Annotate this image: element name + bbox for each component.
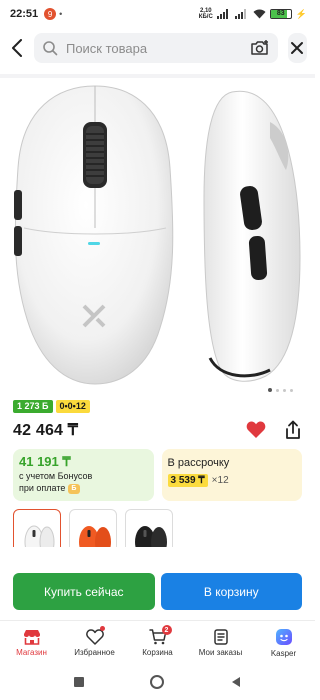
gallery-pager — [268, 388, 293, 392]
installment-monthly: 3 539 ₸ — [167, 474, 208, 487]
net-speed-unit: КБ/С — [198, 14, 213, 20]
system-navigation — [0, 664, 315, 700]
mouse-thumbnail-orange — [79, 526, 111, 547]
nav-item-shop[interactable]: Магазин — [0, 621, 63, 664]
bonus-caption-row: при оплате Б — [19, 482, 148, 494]
pager-dot — [283, 388, 286, 392]
net-speed: 2,10 КБ/С — [199, 8, 213, 20]
favorites-dot — [99, 626, 105, 631]
charging-icon: ⚡ — [295, 8, 307, 19]
nav-item-orders[interactable]: Мои заказы — [189, 621, 252, 664]
kasper-icon — [275, 628, 292, 645]
bonus-caption-2: при оплате — [19, 483, 66, 493]
mouse-thumbnail-black — [135, 526, 167, 547]
nav-item-kasper[interactable]: Kasper — [252, 621, 315, 664]
notification-badge: 9 — [44, 8, 57, 20]
bonus-badge: 1 273 Б — [13, 400, 53, 413]
nav-label-favorites: Избранное — [74, 647, 115, 657]
mouse-thumbnail-white — [24, 525, 55, 547]
product-gallery[interactable] — [0, 78, 315, 396]
offer-cards: 41 191 ₸ с учетом Бонусов при оплате Б В… — [0, 443, 315, 501]
purchase-buttons: Купить сейчас В корзину — [0, 573, 315, 610]
variant-black[interactable] — [125, 509, 173, 547]
close-button[interactable] — [287, 33, 307, 63]
installment-title: В рассрочку — [167, 457, 230, 469]
nav-label-shop: Магазин — [16, 647, 47, 657]
camera-search-icon[interactable] — [250, 39, 270, 57]
bonus-price-card[interactable]: 41 191 ₸ с учетом Бонусов при оплате Б — [13, 449, 154, 501]
installment-badge: 0•0•12 — [55, 400, 90, 413]
battery-icon: 83 — [269, 9, 292, 19]
product-price: 42 464 ₸ — [13, 422, 79, 439]
pager-dot-active — [268, 388, 272, 392]
search-input[interactable] — [65, 40, 242, 56]
installment-card[interactable]: В рассрочку 3 539 ₸ ×12 — [161, 449, 302, 501]
home-icon[interactable] — [149, 674, 165, 690]
variant-orange[interactable] — [69, 509, 117, 547]
color-variants — [0, 501, 315, 547]
nav-label-cart: Корзина — [142, 647, 173, 657]
search-header — [0, 28, 315, 68]
price-row: 42 464 ₸ — [0, 413, 315, 443]
variant-white[interactable] — [13, 509, 61, 547]
chevron-left-icon — [11, 39, 22, 57]
cart-count-badge: 2 — [161, 625, 172, 635]
back-triangle-icon[interactable] — [229, 675, 243, 689]
bonus-caption-1: с учетом Бонусов — [19, 471, 93, 481]
bottom-navigation: Магазин Избранное 2 Корзина Мои заказы K… — [0, 620, 315, 664]
pager-dot — [276, 388, 279, 392]
nav-label-orders: Мои заказы — [198, 647, 243, 657]
signal-icon — [216, 9, 228, 19]
signal-icon-2 — [234, 9, 246, 19]
installment-months: ×12 — [211, 475, 229, 486]
close-icon — [291, 42, 304, 54]
buy-now-button[interactable]: Купить сейчас — [13, 573, 155, 610]
nav-item-favorites[interactable]: Избранное — [63, 621, 126, 664]
bonus-price: 41 191 ₸ — [19, 454, 71, 469]
heart-icon[interactable] — [246, 421, 266, 439]
back-button[interactable] — [10, 35, 24, 61]
search-icon — [43, 41, 58, 56]
orders-icon — [213, 628, 228, 645]
battery-level: 83 — [276, 10, 285, 17]
shop-icon — [23, 629, 40, 645]
pager-dot — [290, 388, 293, 392]
nav-label-kasper: Kasper — [270, 648, 297, 658]
promo-badges: 1 273 Б 0•0•12 — [0, 396, 315, 413]
product-image — [14, 85, 301, 385]
more-notifications-icon: • — [59, 9, 64, 19]
status-bar: 22:51 9 • 2,10 КБ/С 83 ⚡ — [0, 0, 315, 28]
nav-item-cart[interactable]: 2 Корзина — [126, 621, 189, 664]
search-bar[interactable] — [33, 33, 278, 63]
recents-icon[interactable] — [72, 675, 86, 689]
bonus-coin-icon: Б — [67, 483, 80, 494]
add-to-cart-button[interactable]: В корзину — [160, 573, 302, 610]
share-icon[interactable] — [284, 420, 302, 440]
status-time: 22:51 — [10, 8, 39, 20]
wifi-icon — [253, 9, 266, 19]
